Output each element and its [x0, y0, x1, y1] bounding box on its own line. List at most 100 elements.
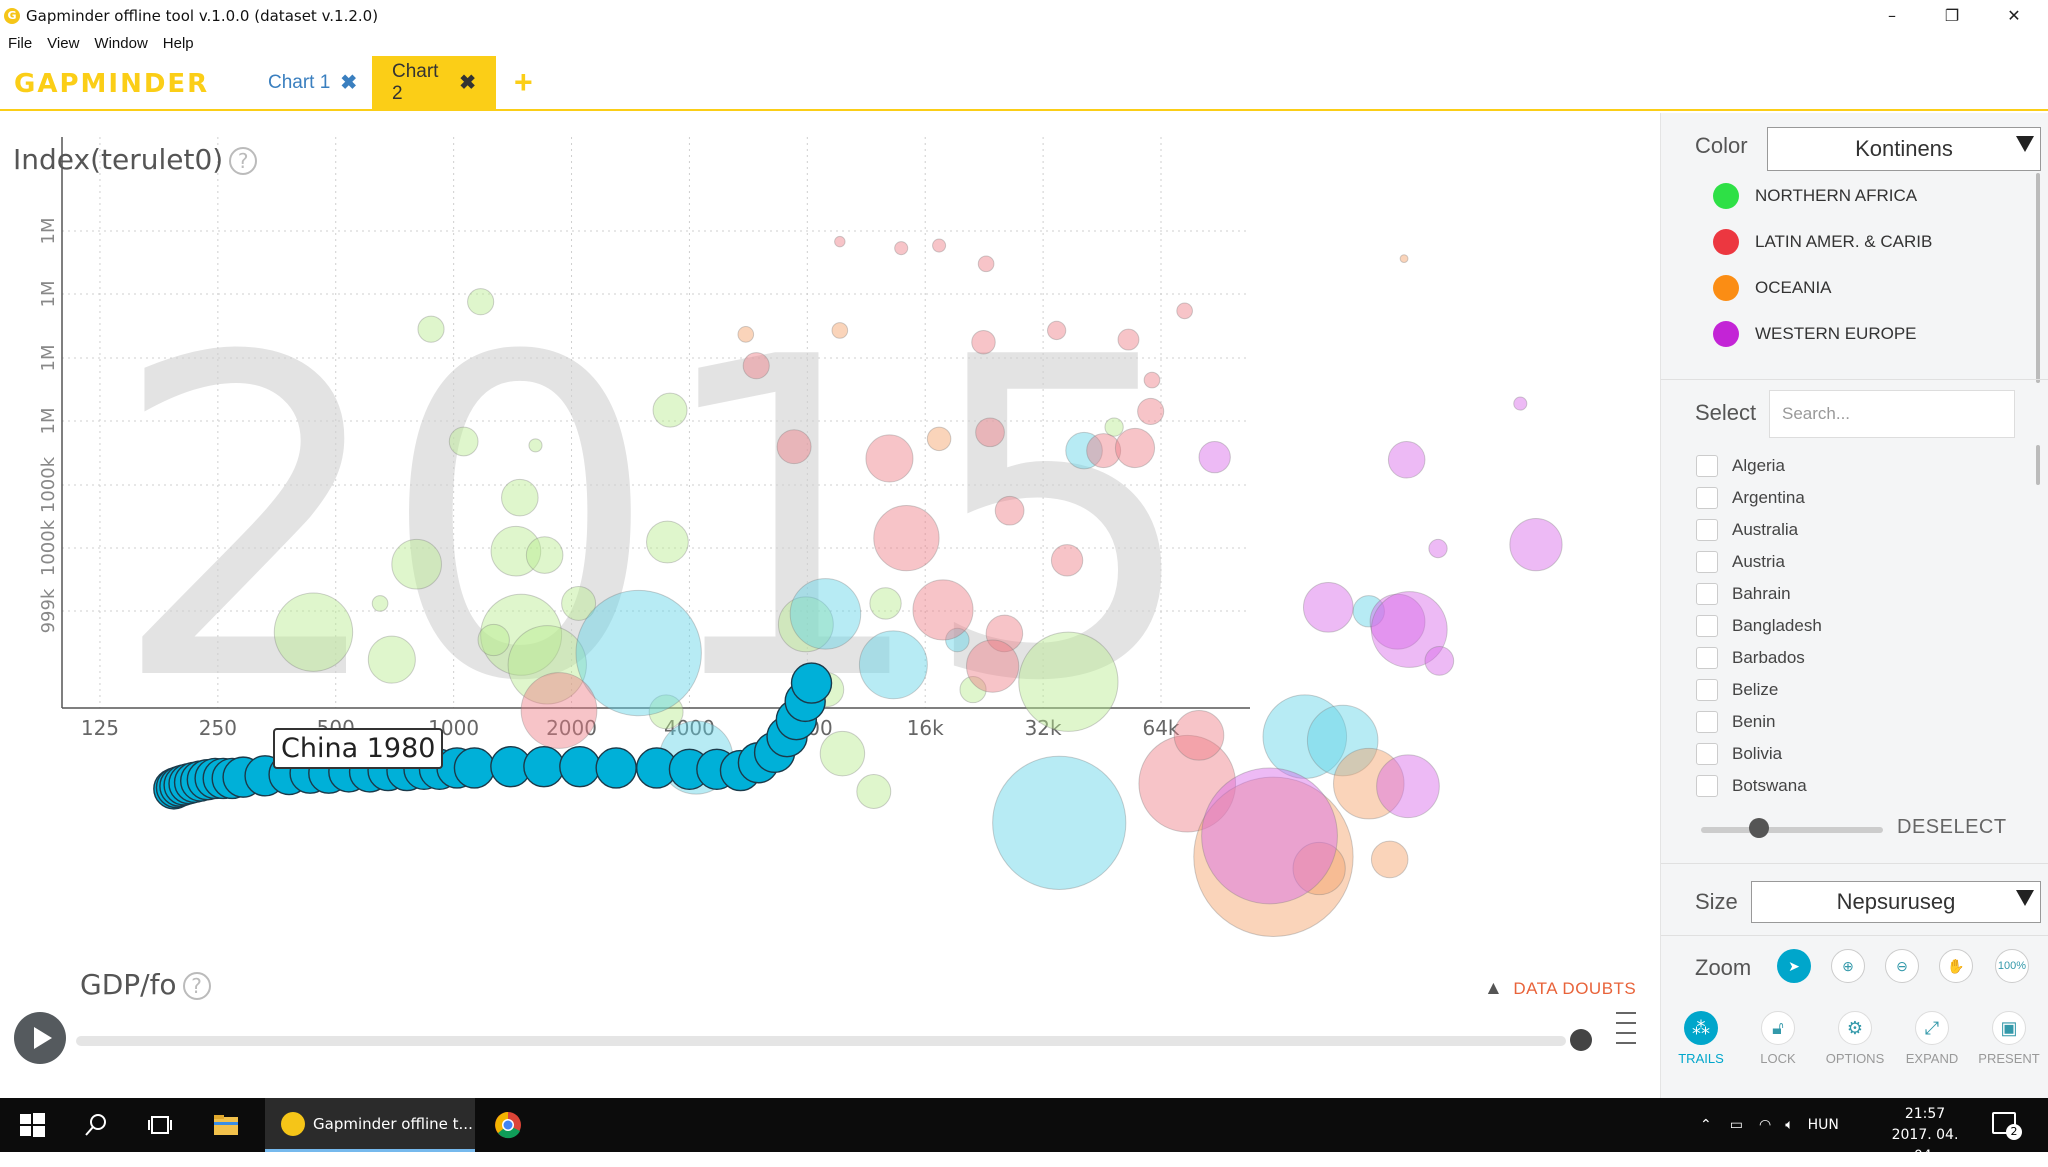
country-item[interactable]: Bolivia — [1696, 741, 1782, 767]
trail-bubble[interactable] — [453, 747, 496, 789]
bubble[interactable] — [417, 315, 445, 343]
bubble[interactable] — [1143, 371, 1161, 389]
bubble[interactable] — [831, 322, 849, 339]
bubble[interactable] — [1370, 840, 1409, 879]
clock[interactable]: 21:57 2017. 04. 04. — [1880, 1104, 1970, 1167]
bubble[interactable] — [776, 429, 812, 465]
expand-button[interactable]: ⤢ EXPAND — [1892, 1011, 1972, 1066]
chevron-up-icon[interactable]: ⌃ — [1700, 1117, 1712, 1133]
country-item[interactable]: Botswana — [1696, 773, 1807, 799]
taskbar-app-gapminder[interactable]: Gapminder offline t... — [265, 1098, 475, 1152]
bubble[interactable] — [789, 578, 862, 650]
country-item[interactable]: Australia — [1696, 517, 1798, 543]
tab-chart-1[interactable]: Chart 1 ✖ — [248, 56, 377, 109]
lock-button[interactable]: 🔓︎ LOCK — [1738, 1011, 1818, 1066]
bubble[interactable] — [858, 630, 928, 700]
legend-item[interactable]: WESTERN EUROPE — [1713, 319, 1917, 349]
legend-scrollbar[interactable] — [2036, 173, 2040, 383]
bubble[interactable] — [1137, 397, 1165, 425]
bubble[interactable] — [834, 235, 846, 248]
bubble[interactable] — [994, 495, 1025, 526]
country-item[interactable]: Austria — [1696, 549, 1785, 575]
bubble[interactable] — [652, 392, 688, 428]
bubble[interactable] — [501, 478, 539, 517]
volume-icon[interactable]: 🔈︎ — [1785, 1117, 1793, 1133]
bubble[interactable] — [1387, 440, 1426, 479]
checkbox[interactable] — [1696, 743, 1718, 765]
checkbox[interactable] — [1696, 711, 1718, 733]
bubble[interactable] — [992, 755, 1127, 890]
bubble[interactable] — [894, 241, 909, 256]
bubble[interactable] — [1198, 440, 1231, 474]
bubble[interactable] — [646, 520, 689, 564]
trail-bubble[interactable] — [595, 747, 637, 789]
play-button[interactable] — [14, 1012, 66, 1064]
deselect-button[interactable]: DESELECT — [1897, 816, 2007, 839]
bubble[interactable] — [528, 438, 543, 453]
search-icon[interactable] — [82, 1111, 110, 1139]
task-view-icon[interactable] — [146, 1111, 174, 1139]
checkbox[interactable] — [1696, 679, 1718, 701]
file-explorer-icon[interactable] — [212, 1111, 240, 1139]
country-item[interactable]: Argentina — [1696, 485, 1805, 511]
trails-button[interactable]: ⁂ TRAILS — [1661, 1011, 1741, 1066]
bubble[interactable] — [467, 288, 495, 316]
bubble[interactable] — [1050, 544, 1084, 577]
checkbox[interactable] — [1696, 583, 1718, 605]
bubble[interactable] — [1513, 396, 1528, 411]
legend-item[interactable]: NORTHERN AFRICA — [1713, 181, 1917, 211]
bubble[interactable] — [966, 639, 1020, 693]
menu-view[interactable]: View — [47, 35, 79, 52]
chrome-icon[interactable] — [494, 1111, 522, 1139]
options-button[interactable]: ⚙ OPTIONS — [1815, 1011, 1895, 1066]
present-button[interactable]: ▣ PRESENT — [1969, 1011, 2048, 1066]
bubble[interactable] — [525, 536, 564, 574]
bubble[interactable] — [932, 238, 947, 253]
bubble[interactable] — [477, 623, 510, 657]
country-item[interactable]: Bahrain — [1696, 581, 1791, 607]
bubble[interactable] — [1399, 254, 1409, 264]
data-doubts-link[interactable]: ▲ DATA DOUBTS — [1484, 978, 1636, 1000]
trail-bubble[interactable] — [559, 745, 601, 788]
bubble[interactable] — [391, 538, 442, 590]
bubble[interactable] — [977, 255, 995, 273]
checkbox[interactable] — [1696, 487, 1718, 509]
checkbox[interactable] — [1696, 519, 1718, 541]
bubble[interactable] — [1018, 631, 1119, 732]
speed-icon[interactable] — [1616, 1012, 1636, 1056]
country-item[interactable]: Belize — [1696, 677, 1778, 703]
country-item[interactable]: Benin — [1696, 709, 1775, 735]
battery-icon[interactable]: ▭ — [1730, 1117, 1743, 1133]
country-item[interactable]: Barbados — [1696, 645, 1805, 671]
bubble[interactable] — [1428, 538, 1448, 559]
search-input[interactable]: Search... — [1769, 390, 2015, 438]
language-indicator[interactable]: HUN — [1808, 1117, 1839, 1133]
bubble[interactable] — [971, 329, 996, 355]
timeline-slider[interactable] — [76, 1036, 1566, 1046]
windows-start-icon[interactable] — [18, 1111, 46, 1139]
hand-pan-icon[interactable]: ✋ — [1939, 949, 1973, 983]
zoom-100-button[interactable]: 100% — [1995, 949, 2029, 983]
country-item[interactable]: Bangladesh — [1696, 613, 1822, 639]
size-select[interactable]: Nepsuruseg — [1751, 881, 2041, 923]
checkbox[interactable] — [1696, 551, 1718, 573]
bubble[interactable] — [737, 326, 755, 343]
bubble[interactable] — [912, 579, 974, 641]
tab-chart-2[interactable]: Chart 2 ✖ — [372, 56, 496, 109]
y-axis-title[interactable]: Index(terulet0)? — [13, 143, 258, 176]
opacity-slider[interactable] — [1701, 827, 1883, 833]
zoom-out-icon[interactable]: ⊖ — [1885, 949, 1919, 983]
trail-bubble[interactable] — [523, 745, 565, 788]
bubble[interactable] — [1046, 320, 1067, 341]
wifi-icon[interactable]: ◠ — [1759, 1117, 1771, 1133]
bubble[interactable] — [856, 774, 892, 809]
country-list-scrollbar[interactable] — [2036, 445, 2040, 485]
menu-window[interactable]: Window — [94, 35, 147, 52]
checkbox[interactable] — [1696, 455, 1718, 477]
arrow-cursor-icon[interactable]: ➤ — [1777, 949, 1811, 983]
checkbox[interactable] — [1696, 775, 1718, 797]
country-item[interactable]: Algeria — [1696, 453, 1785, 479]
bubble[interactable] — [926, 426, 952, 452]
close-window-button[interactable]: ✕ — [1984, 0, 2044, 31]
bubble[interactable] — [975, 417, 1005, 448]
